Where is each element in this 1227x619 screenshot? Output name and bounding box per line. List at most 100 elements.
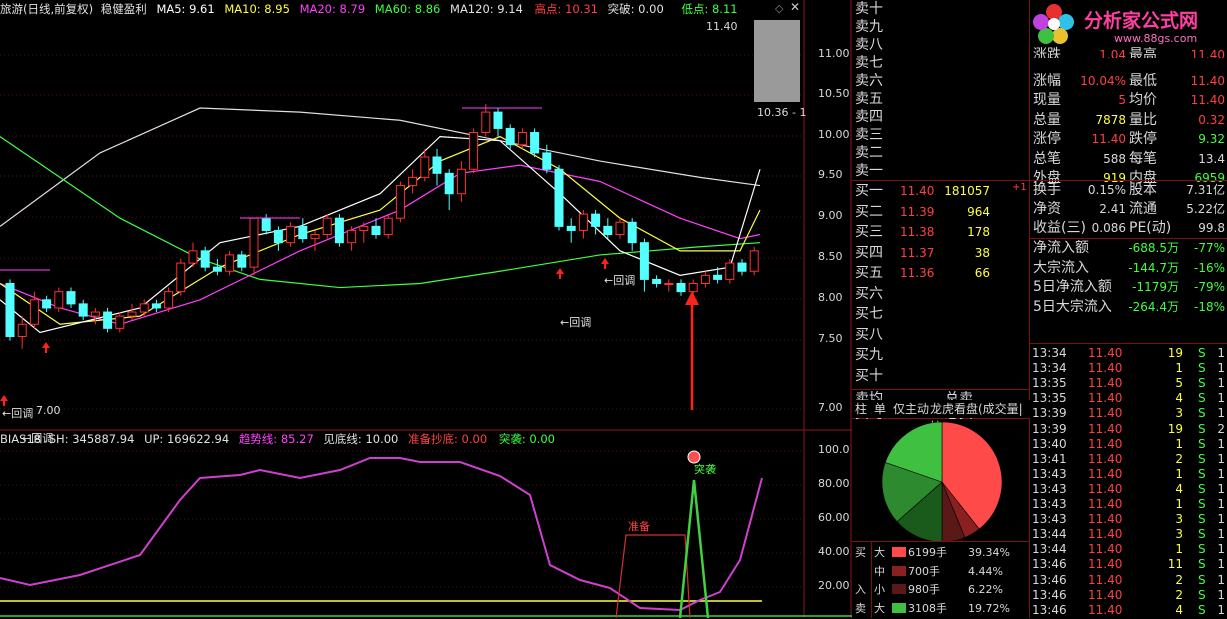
candle-body [395, 185, 405, 219]
tab-bar[interactable]: 柱 [855, 400, 867, 418]
sell-level-label: 卖五 [855, 91, 883, 107]
candle-body [5, 282, 15, 338]
stat-row: 总笔 588 每笔 13.4 [1030, 150, 1227, 169]
tick-side: S [1198, 602, 1206, 617]
buy1-change: +1 [1012, 182, 1027, 193]
axis-label: 7.50 [818, 332, 843, 345]
price-box-top: 11.40 [706, 20, 738, 33]
buy-row[interactable]: 买九 [852, 346, 1030, 364]
stat-value: 7878 [1095, 112, 1126, 127]
tick-time: 13:46 [1032, 602, 1067, 617]
candle-body [627, 221, 637, 244]
stat-label: 跌停 [1129, 131, 1157, 147]
sell-row[interactable]: 卖九 [852, 18, 1030, 36]
candle-body [383, 217, 393, 236]
sell-row[interactable]: 卖一 [852, 162, 1030, 180]
candle-body [517, 132, 527, 146]
fund-flow-row: 净流入额 -688.5万 -77% [1030, 239, 1227, 258]
candle-body [737, 262, 747, 272]
stat-label: 最高 [1129, 47, 1157, 58]
candle-body [322, 217, 332, 236]
buy-level-label: 买三 [855, 224, 883, 240]
legend-swatch [892, 547, 906, 557]
candle-body [225, 254, 235, 272]
candle-body [54, 291, 64, 309]
legend-row: 中 700手 4.44% [852, 562, 1030, 581]
buy-row[interactable]: 买五 11.36 66 [852, 264, 1030, 282]
candle-body [115, 315, 125, 329]
candle-body [286, 225, 296, 244]
attack-value: 突袭: 0.00 [498, 432, 555, 446]
fund-flow-row: 5日净流入额 -1179万 -79% [1030, 278, 1227, 297]
stat-value: 0.15% [1087, 183, 1126, 197]
sell-level-label: 卖一 [855, 163, 883, 179]
logo-banner[interactable]: 分析家公式网 www.88gs.com [1030, 0, 1227, 52]
sell-row[interactable]: 卖四 [852, 108, 1030, 126]
buy-row[interactable]: 买七 [852, 305, 1030, 323]
axis-label: 8.50 [818, 250, 843, 263]
axis-label: 9.00 [818, 209, 843, 222]
close-icon[interactable]: ✕ [790, 0, 800, 14]
quote-panel: 分析家公式网 www.88gs.com 涨跌 1.04 最高 11.40 涨幅 … [1030, 0, 1227, 618]
stat-value: 0.086 [1091, 221, 1126, 235]
ma60-value: MA60: 8.86 [374, 2, 441, 16]
stat-value: 11.40 [1190, 73, 1225, 88]
buy-row[interactable]: 买一 11.40 181057 [852, 182, 1030, 200]
callback-label: ←回调 [604, 274, 636, 287]
stat-row: 收益(三) 0.086 PE(动) 99.8 [1030, 219, 1227, 238]
sell-row[interactable]: 卖七 [852, 54, 1030, 72]
trend-value: 趋势线: 85.27 [238, 432, 314, 446]
sell-row[interactable]: 卖五 [852, 90, 1030, 108]
candle-body [176, 262, 186, 293]
candle-body [188, 250, 198, 264]
stat-value: 5 [1118, 93, 1126, 107]
candle-body [725, 262, 735, 280]
ma20-value: MA20: 8.79 [299, 2, 366, 16]
legend-swatch [892, 602, 906, 613]
legend-size: 大 [874, 546, 885, 559]
sell-row[interactable]: 卖三 [852, 126, 1030, 144]
buy-level-label: 买七 [855, 306, 883, 322]
tab-order[interactable]: 单 [874, 400, 886, 418]
tick-row: 13:46 11.40 4 S 1 [1030, 601, 1227, 619]
callback-label: ←回调 [560, 316, 592, 329]
legend-size: 小 [874, 583, 885, 596]
kline-chart[interactable] [0, 0, 852, 618]
candle-body [249, 217, 259, 268]
axis-label: 100.0 [818, 443, 850, 456]
candle-body [713, 274, 723, 280]
buy-row[interactable]: 买二 11.39 964 [852, 203, 1030, 221]
stat-label: 均价 [1129, 92, 1157, 108]
axis-label: 40.00 [818, 545, 850, 558]
buy-row[interactable]: 买六 [852, 285, 1030, 303]
buy-row[interactable]: 买八 [852, 326, 1030, 344]
tab-active-only[interactable]: 仅主动 [893, 400, 929, 418]
flow-value: -688.5万 [1128, 241, 1179, 255]
callback-label: ←回调 [2, 407, 34, 420]
collapse-icon[interactable]: ◇ [775, 2, 783, 15]
legend-percent: 39.34% [968, 546, 1010, 559]
candle-body [151, 303, 161, 309]
candle-body [578, 213, 588, 231]
sell-row[interactable]: 卖八 [852, 36, 1030, 54]
candle-body [505, 127, 515, 146]
candle-body [164, 291, 174, 309]
sell-row[interactable]: 卖十 [852, 0, 1030, 18]
prepare-value: 准备抄底: 0.00 [408, 432, 488, 446]
candle-body [359, 225, 369, 231]
axis-label: 7.00 [818, 401, 843, 414]
prepare-signal-line [615, 534, 691, 618]
legend-percent: 19.72% [968, 601, 1010, 615]
bottom-value: 见底线: 10.00 [323, 432, 399, 446]
tab-dragon-tiger[interactable]: 龙虎看盘(成交量|挖 [930, 400, 1030, 434]
buy-row[interactable]: 买十 [852, 367, 1030, 385]
buy-level-label: 买二 [855, 203, 883, 220]
sell-row[interactable]: 卖六 [852, 72, 1030, 90]
stat-value: 9.32 [1198, 132, 1225, 146]
logo-title: 分析家公式网 [1084, 10, 1199, 32]
buy-row[interactable]: 买三 11.38 178 [852, 223, 1030, 241]
stat-value: 10.04% [1080, 73, 1126, 88]
buy-row[interactable]: 买四 11.37 38 [852, 244, 1030, 262]
candle-body [749, 250, 759, 272]
sell-row[interactable]: 卖二 [852, 144, 1030, 162]
